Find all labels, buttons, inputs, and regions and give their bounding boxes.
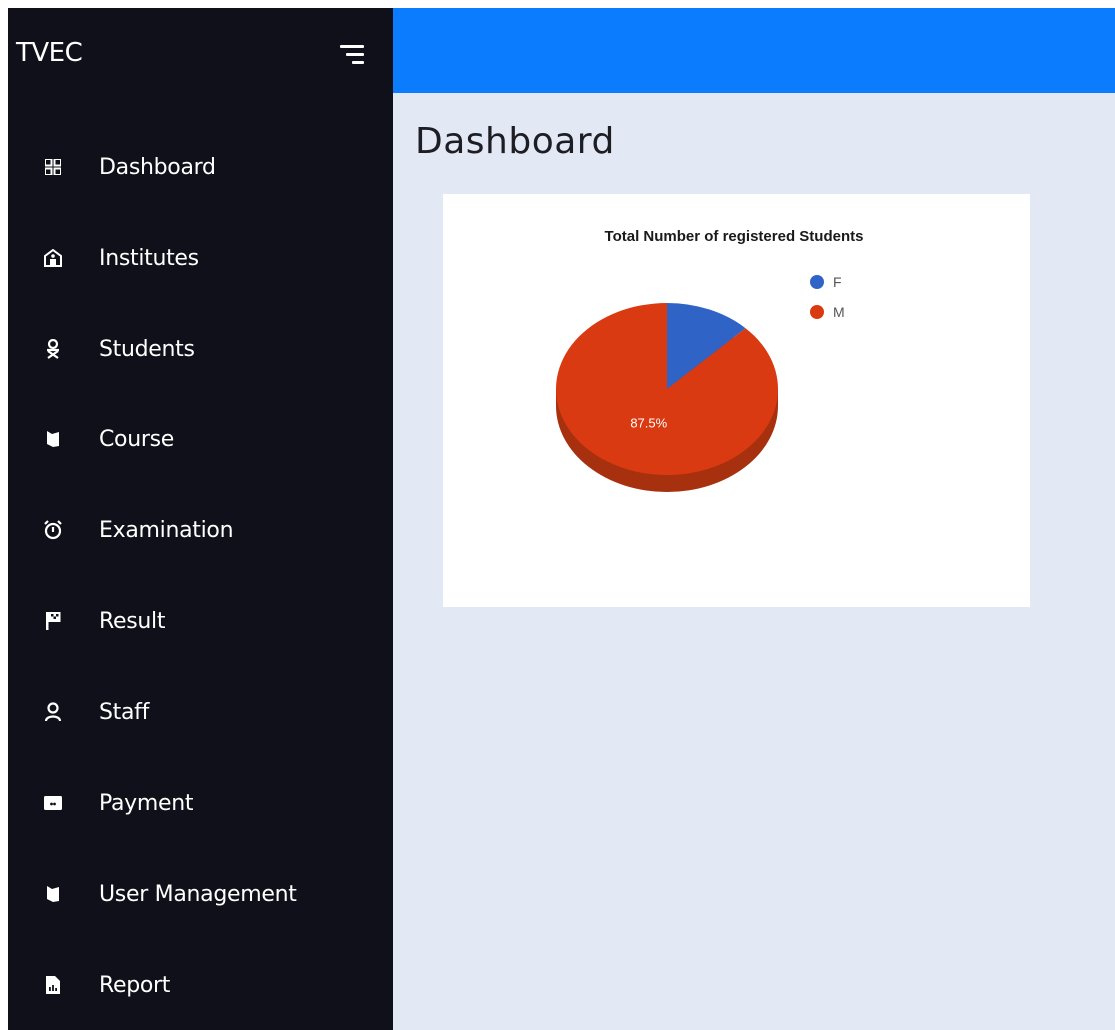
sidebar: TVEC Dashboard Institutes Students Cours… <box>8 8 393 1030</box>
sidebar-item-payment[interactable]: Payment <box>38 778 378 828</box>
sidebar-item-label: Result <box>99 608 166 634</box>
sidebar-item-institutes[interactable]: Institutes <box>38 233 378 283</box>
app-title: TVEC <box>16 38 83 68</box>
alarm-clock-icon <box>38 515 68 545</box>
person-icon <box>38 697 68 727</box>
sidebar-item-examination[interactable]: Examination <box>38 505 378 555</box>
sidebar-item-result[interactable]: Result <box>38 596 378 646</box>
sidebar-item-report[interactable]: Report <box>38 960 378 1010</box>
legend-marker-f <box>810 275 824 289</box>
legend-label-f: F <box>833 274 842 290</box>
sidebar-item-label: Examination <box>99 517 234 543</box>
sidebar-item-label: Report <box>99 972 171 998</box>
book-icon <box>38 424 68 454</box>
legend-marker-m <box>810 305 824 319</box>
payment-card-icon <box>38 788 68 818</box>
pie-data-label: 87.5% <box>630 416 667 431</box>
chart-title: Total Number of registered Students <box>605 228 864 245</box>
sidebar-item-label: Course <box>99 426 175 452</box>
book-icon <box>38 879 68 909</box>
sidebar-item-label: Institutes <box>99 245 199 271</box>
legend-label-m: M <box>833 304 845 320</box>
institute-building-icon <box>38 243 68 273</box>
sidebar-item-label: User Management <box>99 881 297 907</box>
chart-card: Total Number of registered Students 87.5… <box>443 194 1030 607</box>
sidebar-item-user-management[interactable]: User Management <box>38 869 378 919</box>
sidebar-item-label: Staff <box>99 699 150 725</box>
sidebar-item-label: Students <box>99 336 195 362</box>
menu-toggle-icon[interactable] <box>338 42 368 68</box>
report-file-icon <box>38 970 68 1000</box>
sidebar-item-dashboard[interactable]: Dashboard <box>38 142 378 192</box>
top-bar <box>393 8 1115 93</box>
sidebar-item-label: Payment <box>99 790 194 816</box>
pie-chart: Total Number of registered Students 87.5… <box>556 228 864 492</box>
page-title: Dashboard <box>415 121 615 162</box>
sidebar-item-students[interactable]: Students <box>38 324 378 374</box>
dashboard-grid-icon <box>38 152 68 182</box>
sidebar-item-staff[interactable]: Staff <box>38 687 378 737</box>
sidebar-item-course[interactable]: Course <box>38 414 378 464</box>
checkered-flag-icon <box>38 606 68 636</box>
student-icon <box>38 334 68 364</box>
pie-slice-m[interactable] <box>556 303 778 475</box>
main-content: Dashboard Total Number of registered Stu… <box>393 93 1115 1030</box>
sidebar-item-label: Dashboard <box>99 154 216 180</box>
